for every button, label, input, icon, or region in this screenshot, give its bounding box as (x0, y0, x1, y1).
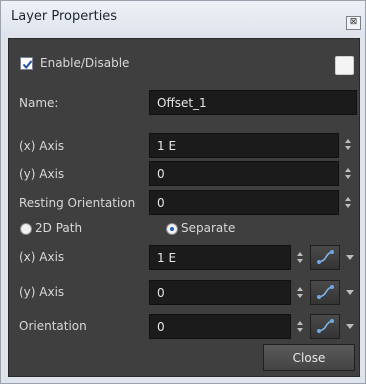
position-y-spinner-icon[interactable] (344, 168, 352, 180)
orientation-input[interactable]: 0 (149, 314, 291, 339)
separate-x-spinner-icon[interactable] (296, 252, 304, 264)
close-button[interactable]: Close (263, 344, 355, 371)
layer-properties-window: Layer Properties ⊠ Enable/Disable Name: … (0, 0, 366, 384)
position-y-input[interactable]: 0 (149, 161, 339, 186)
enable-checkbox[interactable] (20, 57, 33, 70)
separate-y-label: (y) Axis (19, 285, 65, 299)
radio-2d-path-label: 2D Path (35, 221, 83, 235)
position-y-label: (y) Axis (19, 167, 65, 181)
orientation-spinner-icon[interactable] (296, 321, 304, 333)
layer-color-swatch[interactable] (335, 56, 354, 75)
orientation-label: Orientation (19, 319, 87, 333)
radio-separate[interactable] (166, 223, 178, 235)
resting-orientation-label: Resting Orientation (19, 196, 136, 210)
close-window-icon[interactable]: ⊠ (346, 16, 361, 30)
separate-y-function-button[interactable] (310, 280, 340, 305)
resting-orientation-spinner-icon[interactable] (344, 197, 352, 209)
resting-orientation-input[interactable]: 0 (149, 190, 339, 215)
orientation-dropdown-icon[interactable] (346, 324, 354, 329)
function-curve-icon (317, 250, 334, 264)
window-title: Layer Properties (11, 9, 118, 24)
radio-separate-label: Separate (181, 221, 236, 235)
orientation-function-button[interactable] (310, 314, 340, 339)
separate-x-input[interactable]: 1 E (149, 245, 291, 270)
function-curve-icon (317, 285, 334, 299)
separate-y-spinner-icon[interactable] (296, 287, 304, 299)
name-label: Name: (19, 96, 59, 110)
separate-y-input[interactable]: 0 (149, 280, 291, 305)
position-x-label: (x) Axis (19, 139, 65, 153)
radio-2d-path[interactable] (20, 223, 32, 235)
enable-label: Enable/Disable (40, 56, 130, 70)
separate-y-dropdown-icon[interactable] (346, 290, 354, 295)
checkmark-icon (22, 60, 33, 70)
function-curve-icon (317, 319, 334, 333)
properties-panel: Enable/Disable Name: Offset_1 (x) Axis 1… (8, 38, 360, 377)
separate-x-label: (x) Axis (19, 250, 65, 264)
separate-x-dropdown-icon[interactable] (346, 255, 354, 260)
position-x-input[interactable]: 1 E (149, 133, 339, 158)
position-x-spinner-icon[interactable] (344, 139, 352, 151)
title-bar: Layer Properties ⊠ (1, 1, 365, 35)
separate-x-function-button[interactable] (310, 245, 340, 270)
name-input[interactable]: Offset_1 (149, 90, 357, 115)
